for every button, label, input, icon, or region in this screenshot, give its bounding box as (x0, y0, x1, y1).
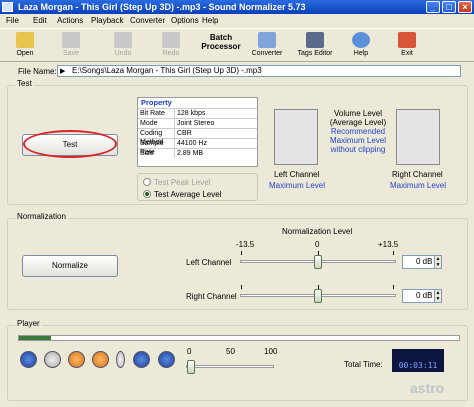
volume-slider-thumb[interactable] (187, 360, 195, 374)
test-peak-label: Test Peak Level (154, 178, 211, 187)
table-row: Sample Rate 44100 Hz (138, 138, 257, 156)
total-time-display: 00:03:11 (392, 359, 444, 372)
test-average-label: Test Average Level (154, 190, 222, 199)
redo-button[interactable]: Redo (158, 32, 184, 57)
test-group-label: Test (15, 79, 34, 88)
scale-min: -13.5 (236, 240, 255, 249)
title-bar: Laza Morgan - This Girl (Step Up 3D) -.m… (0, 0, 474, 14)
tick-mark (393, 285, 394, 289)
property-table: Property Bit Rate 128 kbps Mode Joint St… (137, 97, 258, 167)
volume-slider-track[interactable] (186, 365, 274, 368)
norm-left-channel-label: Left Channel (186, 258, 232, 267)
stop-button[interactable] (44, 351, 61, 368)
undo-button[interactable]: Undo (110, 32, 136, 57)
normalization-group-label: Normalization (15, 212, 68, 221)
menu-help[interactable]: Help (202, 16, 218, 25)
converter-button[interactable]: Converter (249, 32, 285, 57)
toolbar: Open Save Undo Redo Batch Processor Conv… (0, 28, 474, 62)
watermark-logo: astro (410, 380, 445, 396)
play-button[interactable] (20, 351, 37, 368)
test-peak-radio[interactable] (143, 178, 151, 186)
menu-bar: File Edit Actions Playback Converter Opt… (0, 14, 474, 28)
volume-label-100: 100 (264, 347, 278, 356)
right-channel-slider-thumb[interactable] (314, 289, 322, 303)
help-button[interactable]: Help (348, 32, 374, 57)
tick-mark (241, 251, 242, 255)
player-group-label: Player (15, 319, 42, 328)
floppy-icon (62, 32, 80, 48)
total-time-label: Total Time: (344, 360, 383, 369)
batch-processor-button[interactable]: Batch Processor (201, 33, 241, 51)
seek-position (19, 336, 51, 340)
left-channel-label: Left Channel (274, 170, 320, 179)
app-icon (2, 2, 13, 12)
table-row: Mode Joint Stereo (138, 118, 257, 128)
table-row: Coding Method CBR (138, 128, 257, 146)
file-name-label: File Name: (18, 67, 57, 76)
norm-right-channel-label: Right Channel (186, 292, 237, 301)
test-average-radio[interactable] (143, 190, 151, 198)
right-max-level: Maximum Level (390, 181, 447, 190)
seek-bar[interactable] (18, 335, 460, 341)
left-max-level: Maximum Level (269, 181, 326, 190)
tags-icon (306, 32, 324, 48)
volume-level-info: Volume Level (Average Level) Recommended… (329, 109, 387, 154)
volume-label-0: 0 (187, 347, 192, 356)
exit-icon (398, 32, 416, 48)
left-level-meter (274, 109, 318, 165)
open-button[interactable]: Open (12, 32, 38, 57)
menu-playback[interactable]: Playback (91, 16, 123, 25)
scale-max: +13.5 (378, 240, 399, 249)
volume-label-50: 50 (226, 347, 235, 356)
minimize-button[interactable]: _ (426, 1, 440, 13)
triangle-right-icon: ▶ (60, 68, 66, 75)
menu-actions[interactable]: Actions (57, 16, 83, 25)
normalization-level-title: Normalization Level (282, 227, 353, 236)
window-title: Laza Morgan - This Girl (Step Up 3D) -.m… (18, 2, 306, 12)
pause-button[interactable] (116, 351, 125, 368)
help-icon (352, 32, 370, 48)
converter-icon (258, 32, 276, 48)
menu-options[interactable]: Options (171, 16, 199, 25)
loop-button[interactable] (68, 351, 85, 368)
menu-converter[interactable]: Converter (130, 16, 165, 25)
exit-button[interactable]: Exit (394, 32, 420, 57)
tick-mark (241, 285, 242, 289)
left-db-spinner[interactable]: ▲ ▼ (434, 255, 442, 269)
file-path: E:\Songs\Laza Morgan - This Girl (Step U… (72, 66, 262, 75)
left-channel-slider-thumb[interactable] (314, 255, 322, 269)
right-level-meter (396, 109, 440, 165)
undo-icon (114, 32, 132, 48)
next-button[interactable] (158, 351, 175, 368)
scale-mid: 0 (315, 240, 320, 249)
previous-button[interactable] (133, 351, 150, 368)
menu-edit[interactable]: Edit (33, 16, 47, 25)
right-channel-label: Right Channel (392, 170, 443, 179)
repeat-button[interactable] (92, 351, 109, 368)
close-button[interactable]: × (458, 1, 472, 13)
redo-icon (162, 32, 180, 48)
table-row: Bit Rate 128 kbps (138, 108, 257, 118)
table-row: Size 2.89 MB (138, 148, 257, 158)
right-db-spinner[interactable]: ▲ ▼ (434, 289, 442, 303)
tags-editor-button[interactable]: Tags Editor (294, 32, 336, 57)
folder-icon (16, 32, 34, 48)
property-header: Property (141, 98, 172, 107)
maximize-button[interactable]: □ (442, 1, 456, 13)
save-button[interactable]: Save (58, 32, 84, 57)
file-name-field[interactable]: ▶ E:\Songs\Laza Morgan - This Girl (Step… (57, 65, 461, 77)
normalize-button[interactable]: Normalize (22, 255, 118, 277)
highlight-ellipse (23, 130, 117, 158)
menu-file[interactable]: File (6, 16, 19, 25)
tick-mark (393, 251, 394, 255)
